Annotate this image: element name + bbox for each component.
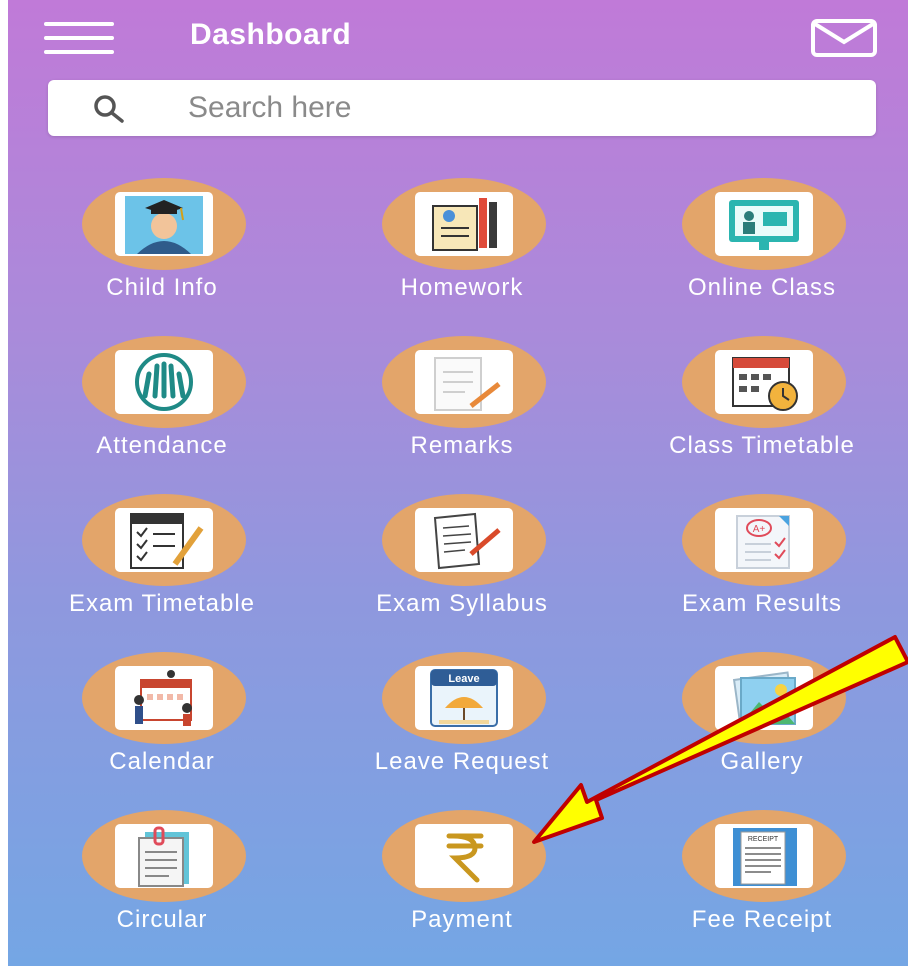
tile-remarks[interactable]: Remarks	[312, 336, 612, 476]
tile-label: Exam Syllabus	[376, 590, 548, 617]
tile-label: Online Class	[687, 274, 837, 301]
search-bar[interactable]	[48, 80, 876, 136]
remarks-note-icon	[415, 350, 513, 414]
timetable-calendar-icon	[715, 350, 813, 414]
tile-label: Circular	[116, 906, 208, 933]
homework-book-icon	[415, 192, 513, 256]
exam-checklist-icon	[115, 508, 213, 572]
tile-exam-syllabus[interactable]: Exam Syllabus	[312, 494, 612, 634]
tile-label: Exam Results	[681, 590, 843, 617]
tile-payment[interactable]: Payment	[312, 810, 612, 950]
tile-label: Calendar	[109, 748, 215, 775]
tile-label: Gallery	[720, 748, 804, 775]
student-icon	[115, 192, 213, 256]
tile-circular[interactable]: Circular	[12, 810, 312, 950]
syllabus-document-icon	[415, 508, 513, 572]
tile-leave-request[interactable]: Leave Leave Request	[312, 652, 612, 792]
tile-label: Payment	[411, 906, 513, 933]
tile-label: Class Timetable	[669, 432, 855, 459]
tile-label: Attendance	[96, 432, 228, 459]
tile-exam-timetable[interactable]: Exam Timetable	[12, 494, 312, 634]
tile-label: Leave Request	[374, 748, 550, 775]
tile-label: Remarks	[410, 432, 514, 459]
tile-class-timetable[interactable]: Class Timetable	[612, 336, 908, 476]
tile-exam-results[interactable]: A+ Exam Results	[612, 494, 908, 634]
leave-umbrella-icon: Leave	[415, 666, 513, 730]
page-title: Dashboard	[190, 18, 352, 51]
tile-fee-receipt[interactable]: RECEIPT Fee Receipt	[612, 810, 908, 950]
exam-results-icon: A+	[715, 508, 813, 572]
dashboard-screen: Dashboard Child Info Homework Online Cla…	[8, 0, 908, 966]
search-input[interactable]	[188, 92, 848, 124]
tile-online-class[interactable]: Online Class	[612, 178, 908, 318]
gallery-photo-icon	[715, 666, 813, 730]
search-icon	[94, 95, 124, 123]
tile-gallery[interactable]: Gallery	[612, 652, 908, 792]
circular-clipboard-icon	[115, 824, 213, 888]
tile-label: Fee Receipt	[691, 906, 833, 933]
tile-calendar[interactable]: Calendar	[12, 652, 312, 792]
receipt-icon-text: RECEIPT	[748, 836, 779, 843]
tile-label: Homework	[400, 274, 524, 301]
tile-attendance[interactable]: Attendance	[12, 336, 312, 476]
online-class-icon	[715, 192, 813, 256]
tile-homework[interactable]: Homework	[312, 178, 612, 318]
leave-icon-text: Leave	[448, 673, 479, 685]
tile-child-info[interactable]: Child Info	[12, 178, 312, 318]
calendar-people-icon	[115, 666, 213, 730]
menu-icon[interactable]	[44, 22, 114, 56]
mail-icon[interactable]	[810, 18, 878, 63]
tile-label: Child Info	[106, 274, 218, 301]
rupee-icon	[415, 824, 513, 888]
receipt-icon: RECEIPT	[715, 824, 813, 888]
grade-badge-text: A+	[753, 524, 766, 535]
tile-label: Exam Timetable	[68, 590, 256, 617]
raised-hands-icon	[115, 350, 213, 414]
